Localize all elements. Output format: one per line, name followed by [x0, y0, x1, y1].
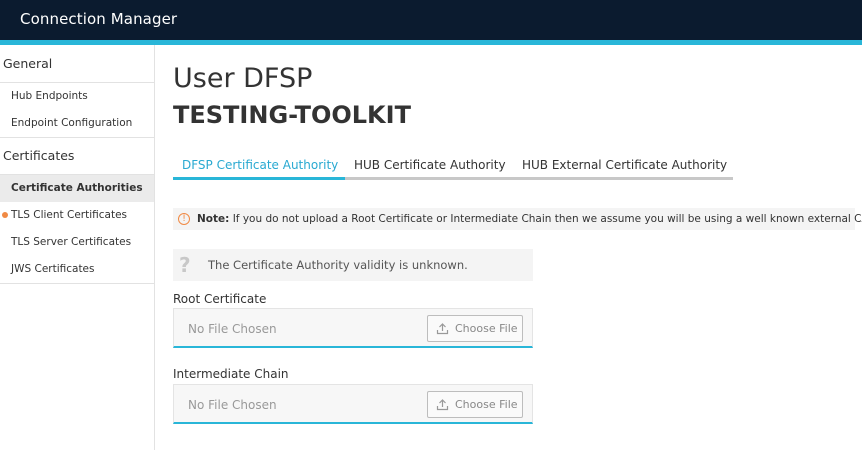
sidebar-item-certificate-authorities[interactable]: Certificate Authorities	[0, 175, 154, 202]
root-certificate-label: Root Certificate	[173, 292, 267, 306]
main-content: User DFSP TESTING-TOOLKIT DFSP Certifica…	[155, 45, 862, 450]
question-icon: ?	[179, 253, 191, 277]
sidebar: General Hub Endpoints Endpoint Configura…	[0, 45, 155, 450]
note-banner: ! Note: If you do not upload a Root Cert…	[173, 208, 862, 230]
top-bar: Connection Manager	[0, 0, 862, 40]
choose-file-label: Choose File	[455, 322, 518, 335]
sidebar-section-general: General	[3, 56, 53, 71]
validity-text: The Certificate Authority validity is un…	[208, 258, 468, 272]
intermediate-chain-label: Intermediate Chain	[173, 367, 289, 381]
info-icon: !	[178, 213, 190, 225]
upload-icon	[436, 399, 449, 411]
upload-icon	[436, 323, 449, 335]
intermediate-chain-field[interactable]: No File Chosen Choose File	[173, 384, 533, 424]
sidebar-divider	[0, 283, 154, 284]
tab-hub-external-certificate-authority[interactable]: HUB External Certificate Authority	[513, 155, 733, 180]
intermediate-chain-placeholder: No File Chosen	[188, 398, 277, 412]
app-title: Connection Manager	[20, 10, 178, 28]
note-prefix: Note:	[197, 213, 230, 225]
sidebar-section-certificates: Certificates	[3, 148, 75, 163]
page-subtitle: TESTING-TOOLKIT	[173, 101, 411, 129]
sidebar-item-hub-endpoints[interactable]: Hub Endpoints	[0, 83, 154, 110]
root-certificate-placeholder: No File Chosen	[188, 322, 277, 336]
note-text: If you do not upload a Root Certificate …	[232, 213, 862, 225]
page-title: User DFSP	[173, 63, 313, 94]
sidebar-divider	[0, 137, 154, 138]
tab-dfsp-certificate-authority[interactable]: DFSP Certificate Authority	[173, 155, 345, 180]
intermediate-chain-choose-file-button[interactable]: Choose File	[427, 391, 523, 418]
root-certificate-choose-file-button[interactable]: Choose File	[427, 315, 523, 342]
tab-hub-certificate-authority[interactable]: HUB Certificate Authority	[345, 155, 513, 180]
root-certificate-field[interactable]: No File Chosen Choose File	[173, 308, 533, 348]
sidebar-item-tls-client-certificates[interactable]: TLS Client Certificates	[0, 202, 154, 229]
sidebar-item-jws-certificates[interactable]: JWS Certificates	[0, 256, 154, 283]
sidebar-item-tls-server-certificates[interactable]: TLS Server Certificates	[0, 229, 154, 256]
validity-status: ? The Certificate Authority validity is …	[173, 249, 533, 281]
choose-file-label: Choose File	[455, 398, 518, 411]
sidebar-item-endpoint-configuration[interactable]: Endpoint Configuration	[0, 110, 154, 137]
